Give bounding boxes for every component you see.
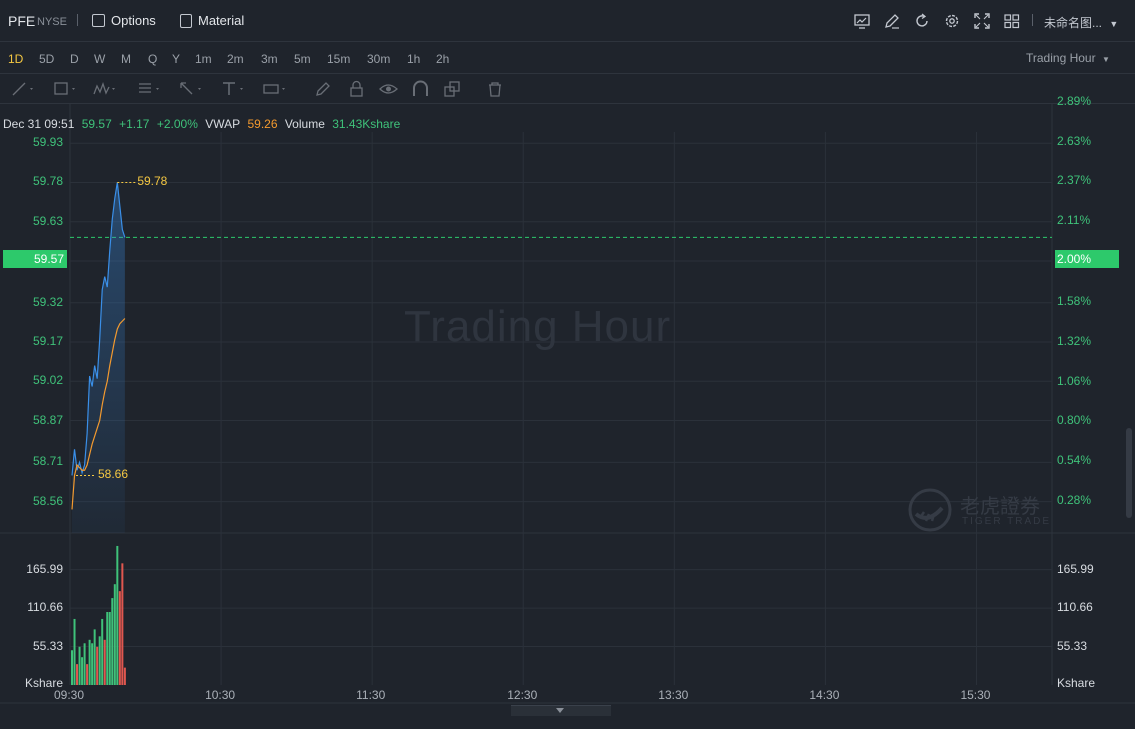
logo-en-text: TIGER TRADE bbox=[962, 516, 1052, 527]
price-tick-label: 59.78 bbox=[32, 174, 63, 189]
current-pct-tag: 2.00% bbox=[1055, 250, 1119, 268]
price-tick-label: 59.17 bbox=[32, 334, 63, 349]
volume-bar bbox=[78, 646, 81, 685]
pct-tick-label: 1.32% bbox=[1057, 333, 1092, 348]
price-tick-label: 59.93 bbox=[32, 135, 63, 150]
volume-bar bbox=[73, 618, 76, 685]
pct-tick-label: 2.89% bbox=[1057, 93, 1092, 108]
legend-vwap-label: VWAP bbox=[205, 117, 241, 131]
caret-down-icon bbox=[556, 708, 564, 713]
volume-bar bbox=[91, 643, 94, 685]
vertical-scrollbar[interactable] bbox=[1126, 428, 1132, 518]
chart-legend: Dec 31 09:51 59.57 +1.17 +2.00% VWAP 59.… bbox=[3, 117, 404, 131]
volume-bar bbox=[88, 639, 91, 685]
volume-bar bbox=[96, 646, 99, 685]
current-price-tag: 59.57 bbox=[3, 250, 67, 268]
volume-bar bbox=[118, 591, 121, 685]
volume-bar bbox=[113, 584, 116, 685]
pct-tick-label: 0.28% bbox=[1057, 492, 1092, 507]
legend-price: 59.57 bbox=[81, 117, 112, 131]
legend-vwap: 59.26 bbox=[247, 117, 278, 131]
time-scroll-handle[interactable] bbox=[511, 705, 611, 716]
volume-unit-label: Kshare bbox=[1057, 676, 1096, 690]
time-tick-label: 15:30 bbox=[960, 688, 991, 702]
time-tick-label: 14:30 bbox=[809, 688, 840, 702]
price-tick-label: 58.87 bbox=[32, 412, 63, 427]
volume-bar bbox=[123, 667, 126, 685]
volume-bar bbox=[93, 629, 96, 685]
volume-bar bbox=[86, 664, 89, 685]
price-tick-label: 59.63 bbox=[32, 213, 63, 228]
legend-volume-label: Volume bbox=[284, 117, 325, 131]
time-tick-label: 12:30 bbox=[507, 688, 538, 702]
tiger-trade-logo: 老虎證券 TIGER TRADE bbox=[906, 488, 1049, 539]
pct-tick-label: 1.58% bbox=[1057, 294, 1092, 309]
volume-tick-label: 110.66 bbox=[27, 600, 63, 615]
volume-tick-label: 55.33 bbox=[1057, 638, 1088, 653]
volume-bar bbox=[103, 639, 106, 685]
low-price-label: 58.66 bbox=[98, 467, 129, 482]
time-tick-label: 11:30 bbox=[356, 688, 386, 702]
legend-date: Dec 31 09:51 bbox=[3, 117, 75, 131]
legend-change-pct: +2.00% bbox=[156, 117, 198, 131]
volume-tick-label: 165.99 bbox=[26, 561, 63, 576]
volume-bar bbox=[83, 643, 86, 685]
volume-bar bbox=[71, 650, 73, 685]
pct-tick-label: 2.11% bbox=[1057, 213, 1091, 228]
time-tick-label: 09:30 bbox=[54, 688, 85, 702]
pct-tick-label: 0.80% bbox=[1057, 413, 1092, 428]
volume-bar bbox=[81, 657, 84, 685]
volume-bar bbox=[101, 618, 104, 685]
pct-tick-label: 2.63% bbox=[1057, 133, 1092, 148]
price-tick-label: 58.56 bbox=[32, 493, 63, 508]
price-tick-label: 58.71 bbox=[32, 454, 63, 469]
logo-cn-text: 老虎證券 bbox=[960, 494, 1040, 518]
pct-tick-label: 1.06% bbox=[1057, 373, 1092, 388]
volume-bar bbox=[121, 563, 124, 685]
time-tick-label: 13:30 bbox=[658, 688, 689, 702]
volume-bar bbox=[98, 636, 101, 685]
pct-tick-label: 2.37% bbox=[1057, 173, 1092, 188]
legend-volume: 31.43Kshare bbox=[332, 117, 401, 131]
price-tick-label: 59.32 bbox=[32, 294, 63, 309]
volume-bar bbox=[108, 612, 111, 685]
volume-bar bbox=[111, 598, 114, 685]
volume-bar bbox=[116, 545, 119, 685]
pct-tick-label: 0.54% bbox=[1057, 452, 1092, 467]
price-chart[interactable] bbox=[0, 0, 1135, 729]
high-price-label: 59.78 bbox=[137, 174, 168, 189]
legend-change: +1.17 bbox=[119, 117, 150, 131]
session-watermark: Trading Hour bbox=[404, 302, 672, 351]
tiger-logo-icon bbox=[908, 488, 952, 532]
volume-bar bbox=[106, 612, 109, 685]
volume-tick-label: 110.66 bbox=[1057, 600, 1093, 615]
volume-tick-label: 165.99 bbox=[1057, 561, 1094, 576]
volume-bar bbox=[76, 664, 79, 685]
price-tick-label: 59.02 bbox=[32, 373, 63, 388]
time-tick-label: 10:30 bbox=[205, 688, 236, 702]
volume-tick-label: 55.33 bbox=[32, 638, 63, 653]
